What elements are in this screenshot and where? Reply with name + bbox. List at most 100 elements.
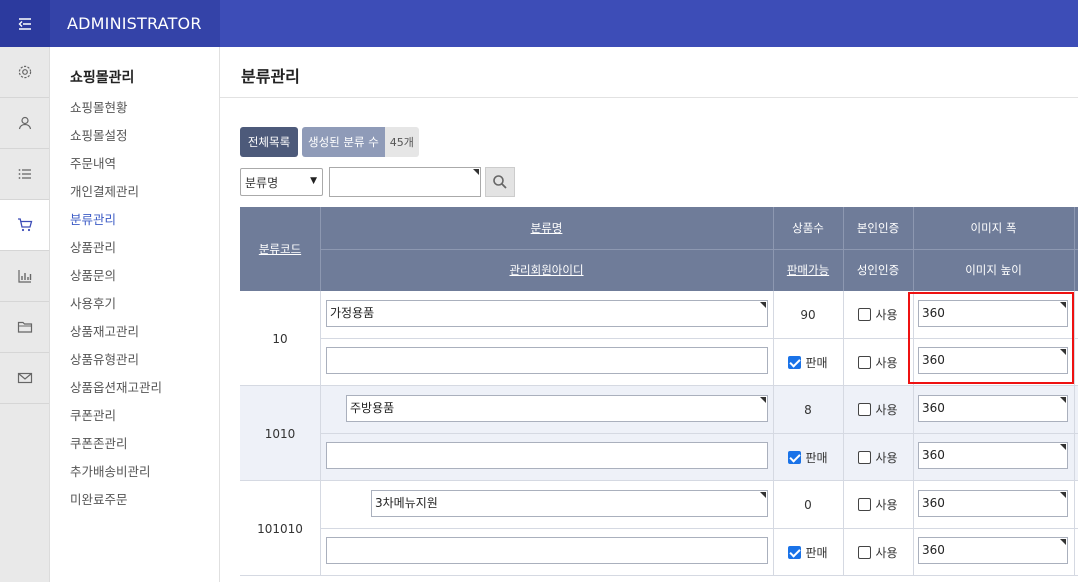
required-corner-mark bbox=[1060, 397, 1066, 403]
side-item-product-type[interactable]: 상품유형관리 bbox=[70, 353, 162, 381]
chart-icon bbox=[17, 270, 31, 283]
header-member-id[interactable]: 관리회원아이디 bbox=[320, 249, 773, 291]
user-icon bbox=[18, 116, 31, 130]
side-item-incomplete-orders[interactable]: 미완료주문 bbox=[70, 493, 162, 521]
category-code: 1010 bbox=[264, 426, 296, 441]
title-divider bbox=[220, 97, 1078, 98]
identity-auth-checkbox[interactable]: 사용 bbox=[843, 386, 913, 433]
side-menu: 쇼핑몰관리 쇼핑몰현황 쇼핑몰설정 주문내역 개인결제관리 분류관리 상품관리 … bbox=[50, 47, 220, 582]
side-item-extra-shipping[interactable]: 추가배송비관리 bbox=[70, 465, 162, 493]
adult-auth-label: 사용 bbox=[875, 451, 898, 465]
image-width-input[interactable]: 360 bbox=[918, 395, 1068, 422]
side-item-shop-settings[interactable]: 쇼핑몰설정 bbox=[70, 129, 162, 157]
identity-auth-checkbox[interactable]: 사용 bbox=[843, 291, 913, 338]
adult-auth-checkbox[interactable]: 사용 bbox=[843, 529, 913, 576]
side-menu-list: 쇼핑몰현황 쇼핑몰설정 주문내역 개인결제관리 분류관리 상품관리 상품문의 사… bbox=[70, 101, 162, 521]
image-height-input[interactable]: 360 bbox=[918, 442, 1068, 469]
cart-icon bbox=[17, 218, 32, 232]
all-list-button[interactable]: 전체목록 bbox=[240, 127, 298, 157]
side-item-product-qa[interactable]: 상품문의 bbox=[70, 269, 162, 297]
rail-member[interactable] bbox=[0, 98, 49, 149]
header-category-name[interactable]: 분류명 bbox=[320, 207, 773, 249]
rail-settings[interactable] bbox=[0, 47, 49, 98]
side-item-personal-payment[interactable]: 개인결제관리 bbox=[70, 185, 162, 213]
category-name-input[interactable]: 주방용품 bbox=[346, 395, 768, 422]
category-name-input[interactable]: 3차메뉴지원 bbox=[371, 490, 768, 517]
rail-board[interactable] bbox=[0, 149, 49, 200]
search-field-select[interactable]: 분류명 ▼ bbox=[240, 168, 323, 196]
member-id-input[interactable] bbox=[326, 537, 768, 564]
side-item-products[interactable]: 상품관리 bbox=[70, 241, 162, 269]
header-image-width: 이미지 폭 bbox=[970, 221, 1017, 235]
side-item-orders[interactable]: 주문내역 bbox=[70, 157, 162, 185]
table-row: 1010 주방용품 8 사용 360 판매 사용 360 bbox=[240, 386, 1078, 481]
identity-auth-label: 사용 bbox=[875, 308, 898, 322]
image-width-input[interactable]: 360 bbox=[918, 490, 1068, 517]
required-corner-mark bbox=[1060, 492, 1066, 498]
checkbox-unchecked-icon bbox=[858, 498, 872, 511]
image-height-value: 360 bbox=[922, 543, 945, 557]
checkbox-checked-icon bbox=[788, 356, 802, 369]
header-product-count: 상품수 bbox=[792, 221, 824, 235]
sale-available-checkbox[interactable]: 판매 bbox=[773, 434, 843, 481]
category-name-input[interactable]: 가정용품 bbox=[326, 300, 768, 327]
required-corner-mark bbox=[760, 492, 766, 498]
table-header: 분류코드 분류명 관리회원아이디 상품수 판매가능 본인인증 성인인증 이미지 … bbox=[240, 207, 1078, 291]
required-corner-mark bbox=[1060, 444, 1066, 450]
highlight-box bbox=[908, 292, 1074, 384]
checkbox-unchecked-icon bbox=[858, 546, 872, 559]
table-row: 101010 3차메뉴지원 0 사용 360 판매 사용 360 bbox=[240, 481, 1078, 576]
search-input[interactable] bbox=[329, 167, 481, 197]
category-name-value: 가정용품 bbox=[330, 306, 375, 320]
side-item-coupon-zone[interactable]: 쿠폰존관리 bbox=[70, 437, 162, 465]
side-item-shop-status[interactable]: 쇼핑몰현황 bbox=[70, 101, 162, 129]
category-code: 101010 bbox=[257, 521, 303, 536]
member-id-input[interactable] bbox=[326, 347, 768, 374]
brand-title[interactable]: ADMINISTRATOR bbox=[50, 0, 220, 47]
checkbox-checked-icon bbox=[788, 546, 802, 559]
adult-auth-label: 사용 bbox=[875, 356, 898, 370]
side-item-reviews[interactable]: 사용후기 bbox=[70, 297, 162, 325]
adult-auth-checkbox[interactable]: 사용 bbox=[843, 434, 913, 481]
sale-available-label: 판매 bbox=[805, 356, 828, 370]
side-item-stock[interactable]: 상품재고관리 bbox=[70, 325, 162, 353]
collapse-menu-button[interactable] bbox=[0, 0, 50, 47]
list-icon bbox=[18, 169, 31, 179]
category-name-value: 3차메뉴지원 bbox=[375, 496, 438, 510]
rail-shop[interactable] bbox=[0, 200, 49, 251]
mail-icon bbox=[17, 372, 32, 384]
checkbox-unchecked-icon bbox=[858, 403, 872, 416]
header-identity-auth: 본인인증 bbox=[856, 221, 900, 235]
product-count: 0 bbox=[804, 497, 812, 512]
header-divider bbox=[1074, 207, 1075, 291]
page-title: 분류관리 bbox=[241, 67, 300, 86]
side-item-coupons[interactable]: 쿠폰관리 bbox=[70, 409, 162, 437]
row-divider bbox=[320, 528, 1078, 529]
side-item-option-stock[interactable]: 상품옵션재고관리 bbox=[70, 381, 162, 409]
rail-mail[interactable] bbox=[0, 353, 49, 404]
sale-available-checkbox[interactable]: 판매 bbox=[773, 529, 843, 576]
required-corner-mark bbox=[1060, 539, 1066, 545]
icon-rail bbox=[0, 47, 50, 582]
rail-stats[interactable] bbox=[0, 251, 49, 302]
search-field-value: 분류명 bbox=[245, 175, 279, 190]
adult-auth-label: 사용 bbox=[875, 546, 898, 560]
checkbox-unchecked-icon bbox=[858, 308, 872, 321]
header-sale-available[interactable]: 판매가능 bbox=[773, 249, 843, 291]
category-code: 10 bbox=[272, 331, 288, 346]
search-button[interactable] bbox=[485, 167, 515, 197]
image-height-input[interactable]: 360 bbox=[918, 537, 1068, 564]
member-id-input[interactable] bbox=[326, 442, 768, 469]
rail-files[interactable] bbox=[0, 302, 49, 353]
side-item-category[interactable]: 분류관리 bbox=[70, 213, 162, 241]
chevron-down-icon: ▼ bbox=[310, 176, 317, 186]
image-width-value: 360 bbox=[922, 496, 945, 510]
identity-auth-label: 사용 bbox=[875, 498, 898, 512]
sale-available-label: 판매 bbox=[805, 451, 828, 465]
header-category-code[interactable]: 분류코드 bbox=[240, 207, 320, 291]
header-image-height: 이미지 높이 bbox=[965, 263, 1022, 277]
identity-auth-checkbox[interactable]: 사용 bbox=[843, 481, 913, 528]
sale-available-checkbox[interactable]: 판매 bbox=[773, 339, 843, 386]
adult-auth-checkbox[interactable]: 사용 bbox=[843, 339, 913, 386]
search-icon bbox=[493, 175, 507, 189]
